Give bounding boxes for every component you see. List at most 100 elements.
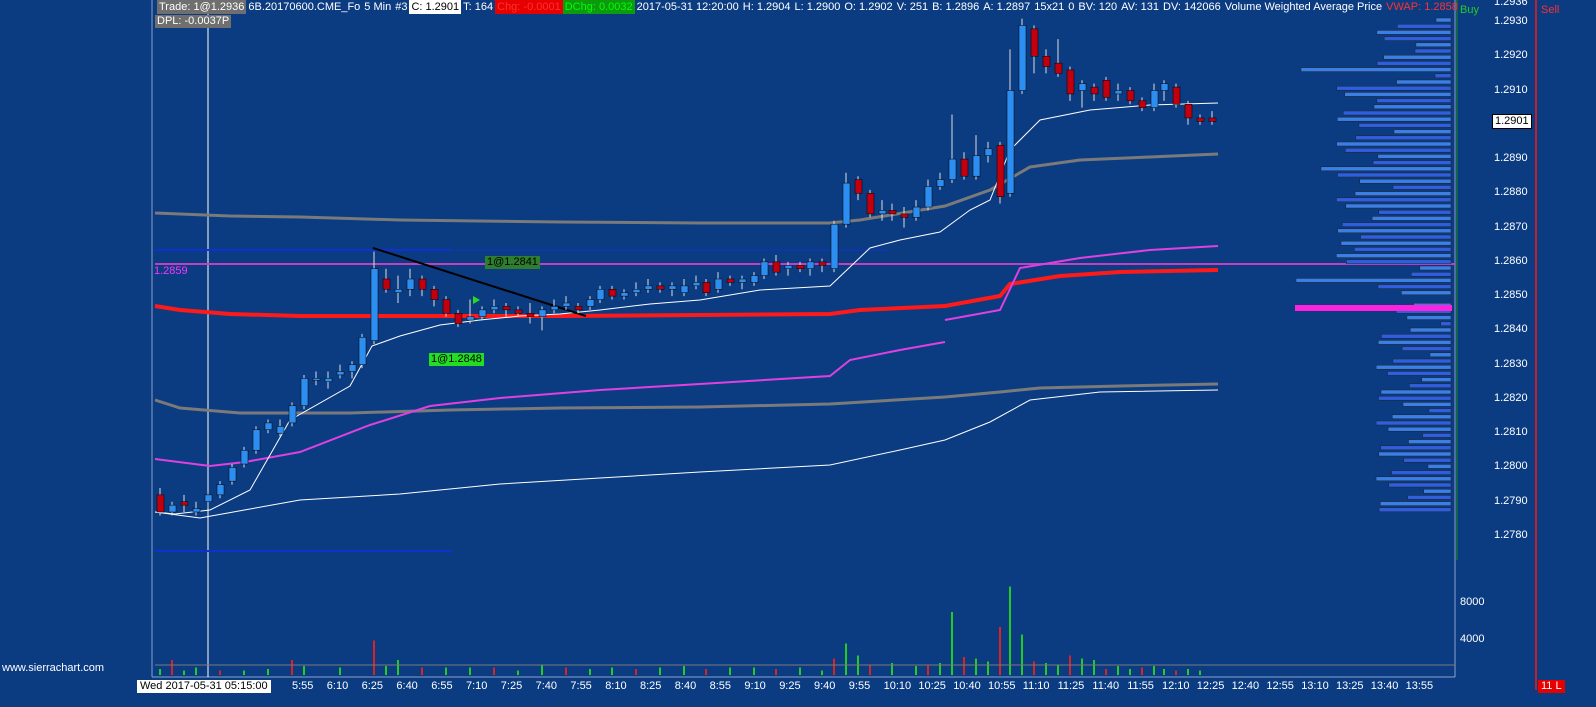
candle-body [984, 148, 993, 156]
volume-bar [1021, 634, 1023, 675]
volume-profile-bar [1375, 476, 1452, 482]
volume-profile-bar [1383, 36, 1452, 41]
chart-header: Trade: 1@1.2936 6B.20170600.CME_Fo 5 Min… [157, 0, 1460, 14]
volume-profile-bar [1435, 17, 1452, 23]
header-ask-volume: AV: 131 [1121, 1, 1160, 13]
candle-body [1006, 90, 1015, 194]
candle-body [406, 278, 415, 290]
time-label: 7:25 [500, 680, 523, 692]
candle-body [726, 278, 735, 283]
header-chart-number: #3 [395, 1, 408, 13]
volume-bar [915, 666, 917, 675]
volume-profile-bar [1378, 395, 1452, 401]
time-label: 10:25 [918, 680, 946, 692]
volume-profile-bar [1336, 85, 1452, 91]
header-zero: 0 [1068, 1, 1075, 13]
candle-body [936, 179, 945, 187]
candle-body [216, 484, 225, 496]
sell-button[interactable]: Sell [1541, 4, 1559, 16]
volume-profile-bar [1414, 48, 1452, 54]
candle-body [478, 309, 487, 317]
buy-fill-tag[interactable]: 1@1.2848 [429, 353, 484, 366]
candle-body [228, 467, 237, 482]
candle-body [1184, 103, 1193, 119]
volume-profile-bar [1409, 383, 1452, 389]
volume-bar [1163, 669, 1165, 675]
volume-bar [589, 669, 591, 675]
candle-body [264, 422, 273, 431]
candle-body [418, 278, 427, 290]
sierrachart-watermark[interactable]: www.sierrachart.com [2, 662, 104, 674]
time-label: 10:10 [883, 680, 912, 692]
volume-bar [845, 643, 847, 675]
volume-bar [753, 667, 755, 675]
volume-profile-bar [1378, 451, 1452, 457]
volume-profile-bar [1300, 67, 1452, 72]
volume-bar [1057, 664, 1059, 675]
volume-bar [775, 669, 777, 675]
level-line-label: 1.2859 [154, 265, 188, 277]
volume-profile-bar [1354, 247, 1452, 252]
candle-body [324, 378, 333, 383]
header-change: Chg: -0.0001 [495, 0, 563, 14]
volume-profile-bar [1358, 123, 1452, 128]
time-label: 6:55 [431, 680, 453, 692]
candle-body [430, 289, 439, 300]
header-study-name: Volume Weighted Average Price [1224, 1, 1383, 13]
candle-body [442, 299, 451, 314]
header-daily-volume: DV: 142066 [1163, 1, 1221, 13]
price-label: 1.2910 [1494, 83, 1528, 96]
sell-fill-tag[interactable]: 1@1.2841 [485, 256, 540, 269]
candle-body [656, 285, 665, 290]
position-indicator: 11 L [1538, 680, 1565, 693]
volume-profile-bar [1391, 414, 1452, 420]
buy-button[interactable]: Buy [1460, 4, 1479, 16]
volume-profile-bar [1377, 154, 1452, 159]
volume-bar [611, 667, 613, 675]
candle-body [1042, 56, 1051, 67]
volume-profile-bar [1375, 420, 1452, 426]
candle-body [1160, 83, 1169, 91]
header-bid-volume: BV: 120 [1078, 1, 1118, 13]
candle-body [1030, 28, 1039, 57]
price-label: 1.2850 [1494, 289, 1528, 302]
candle-body [948, 158, 957, 180]
price-chart-canvas[interactable] [0, 0, 1596, 707]
header-ask: A: 1.2897 [983, 1, 1031, 13]
volume-bar [833, 658, 835, 675]
volume-profile-bar [1406, 315, 1452, 320]
volume-bar [303, 666, 305, 675]
price-label: 1.2920 [1494, 49, 1528, 62]
candle-body [596, 289, 605, 300]
time-label: 9:40 [814, 680, 836, 692]
candle-body [854, 179, 863, 194]
time-label: 8:25 [640, 680, 662, 692]
cursor-date-label: Wed 2017-05-31 05:15:00 [137, 680, 271, 693]
volume-profile-bar [1346, 259, 1452, 265]
volume-profile-bar [1342, 222, 1452, 227]
upper-magenta-band [944, 245, 1219, 321]
volume-bar [517, 670, 519, 675]
volume-profile-bar [1401, 290, 1452, 296]
volume-profile-bar [1378, 507, 1452, 513]
volume-bar [1093, 660, 1095, 675]
price-label: 1.2810 [1494, 426, 1528, 439]
candle-body [1114, 90, 1123, 95]
candle-body [1138, 100, 1147, 108]
volume-profile-bar [1336, 141, 1452, 147]
volume-profile-bar [1379, 501, 1452, 506]
header-trade: Trade: 1@1.2936 [157, 0, 247, 14]
volume-profile-bar [1402, 402, 1452, 407]
volume-profile-bar [1422, 433, 1452, 438]
volume-profile-bar [1415, 42, 1452, 48]
time-label: 13:25 [1336, 680, 1364, 692]
volume-bar [729, 667, 731, 675]
volume-profile-bar [1434, 73, 1452, 79]
volume-profile-bar [1381, 333, 1452, 339]
header-bid: B: 1.2896 [932, 1, 980, 13]
price-label: 1.2870 [1494, 220, 1528, 233]
volume-profile-bar [1336, 116, 1452, 122]
candle-body [750, 275, 759, 283]
sierra-chart-window: Trade: 1@1.2936 6B.20170600.CME_Fo 5 Min… [0, 0, 1596, 707]
header-low: L: 1.2900 [794, 1, 841, 13]
